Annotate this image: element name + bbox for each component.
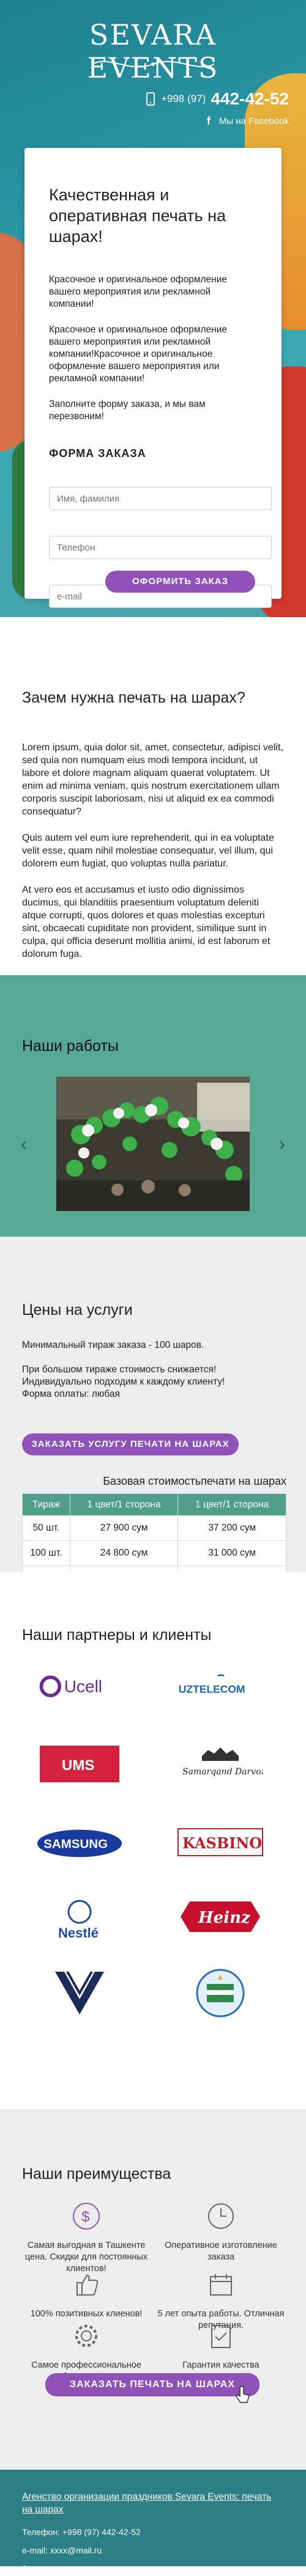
- advantages-section: Наши преимущества $ Самая выгодная в Таш…: [0, 2109, 306, 2470]
- footer-phone: Телефон: +998 (97) 442-42-52: [22, 2527, 141, 2537]
- clock-icon: [206, 2201, 236, 2231]
- facebook-label: Мы на Facebook: [218, 116, 289, 126]
- partner-logo-uztelecom: UZTELECOM: [177, 1668, 263, 1705]
- table-header: 1 цвет/1 сторона: [177, 1493, 286, 1516]
- why-paragraph-2: Quis autem vel eum iure reprehenderit, q…: [22, 833, 274, 869]
- partner-name: Samarqand Darvoza: [182, 1767, 263, 1777]
- table-row: 100 шт. 24 800 сум 31 000 сум: [22, 1540, 286, 1566]
- hero-text-2: Красочное и оригинальное оформление ваше…: [49, 324, 228, 384]
- facebook-icon: f: [206, 115, 211, 127]
- prices-line-4: Форма оплаты: любая: [22, 1389, 121, 1399]
- table-cell: 31 000 сум: [177, 1540, 286, 1566]
- table-row: 50 шт. 27 900 сум 37 200 сум: [22, 1515, 286, 1541]
- partner-name: UMS: [62, 1757, 94, 1774]
- partner-name: UZTELECOM: [179, 1683, 245, 1696]
- partner-name: SAMSUNG: [43, 1837, 108, 1851]
- advantages-title: Наши преимущества: [22, 2165, 171, 2183]
- partner-logo-kasbino: KASBINO: [177, 1825, 263, 1862]
- partner-logo-heinz: Heinz: [177, 1898, 263, 1935]
- submit-order-button[interactable]: ОФОРМИТЬ ЗАКАЗ: [105, 571, 255, 593]
- site-logo[interactable]: SEVARA EVENTS: [49, 18, 257, 84]
- table-cell: 50 шт.: [22, 1515, 70, 1541]
- partners-section: Наши партнеры и клиенты Ucell UZTELECOM …: [0, 1572, 306, 2109]
- prices-title: Цены на услуги: [22, 1301, 133, 1319]
- table-cell: 37 200 сум: [177, 1515, 286, 1541]
- partner-logo-samarqand: Samarqand Darvoza: [177, 1743, 263, 1785]
- table-cell: 100 шт.: [22, 1540, 70, 1566]
- phone-icon: [146, 92, 155, 106]
- order-printing-button[interactable]: ЗАКАЗАТЬ ПЕЧАТЬ НА ШАРАХ: [45, 2373, 259, 2396]
- why-title: Зачем нужна печать на шарах?: [22, 689, 245, 706]
- table-header: Тираж: [22, 1493, 70, 1516]
- hero-section: SEVARA EVENTS +998 (97) 442-42-52 f Мы н…: [0, 0, 306, 617]
- advantage-text: 100% позитивных клиенов!: [30, 2309, 143, 2319]
- partner-logo-nestle: Nestlé: [37, 1898, 122, 1941]
- partner-name: Nestlé: [58, 1925, 99, 1941]
- form-title: ФОРМА ЗАКАЗА: [49, 447, 146, 459]
- advantage-text: Гарантия качества: [182, 2360, 259, 2370]
- partner-name: Ucell: [64, 1677, 102, 1696]
- facebook-label: Мы на Facebook: [34, 2565, 100, 2575]
- table-cell: 24 800 сум: [69, 1540, 179, 1566]
- prices-info: Минимальный тираж заказа - 100 шаров. Пр…: [22, 1339, 225, 1400]
- prices-line-2: При большом тираже стоимость снижается!: [22, 1364, 217, 1375]
- gear-icon: [71, 2321, 102, 2351]
- advantage-item: 100% позитивных клиенов!: [22, 2269, 151, 2320]
- footer-title-link[interactable]: Агенство организации праздников Sevara E…: [22, 2490, 284, 2516]
- partner-logo-samsung: SAMSUNG: [37, 1825, 122, 1862]
- hero-text-1: Красочное и оригинальное оформление ваше…: [49, 274, 228, 309]
- partner-name: KASBINO: [182, 1834, 262, 1852]
- calendar-icon: [206, 2269, 236, 2300]
- hero-text-3: Заполните форму заказа, и мы вам перезво…: [49, 399, 206, 422]
- advantage-item: $ Самая выгодная в Ташкенте цена. Скидки…: [22, 2201, 151, 2275]
- carousel-prev-icon[interactable]: ‹: [21, 1134, 27, 1155]
- advantage-item: Оперативное изготовление заказа: [157, 2201, 285, 2263]
- header-phone[interactable]: +998 (97) 442-42-52: [145, 89, 289, 109]
- footer-facebook-link[interactable]: f Мы на Facebook: [22, 2564, 284, 2576]
- partner-logo-ucell: Ucell: [37, 1668, 122, 1705]
- facebook-icon: f: [22, 2564, 26, 2575]
- why-paragraph-3: At vero eos et accusamus et iusto odio d…: [22, 885, 271, 959]
- phone-prefix: +998 (97): [161, 93, 206, 104]
- hero-title: Качественная и оперативная печать на шар…: [49, 186, 226, 246]
- works-title: Наши работы: [22, 1037, 119, 1055]
- phone-input[interactable]: [49, 536, 272, 559]
- partner-logo-emblem: [177, 1966, 263, 2021]
- header-facebook-link[interactable]: f Мы на Facebook: [207, 115, 289, 128]
- carousel-next-icon[interactable]: ›: [279, 1134, 285, 1155]
- name-input[interactable]: [49, 487, 272, 510]
- phone-number: 442-42-52: [211, 89, 289, 108]
- prices-line-1: Минимальный тираж заказа - 100 шаров.: [22, 1340, 204, 1350]
- pointer-cursor-icon: [236, 2386, 250, 2403]
- price-table-caption: Базовая стоимостьпечати на шарах: [103, 1475, 286, 1487]
- advantage-text: Оперативное изготовление заказа: [165, 2241, 277, 2262]
- table-header: 1 цвет/1 сторона: [69, 1493, 179, 1516]
- svg-text:$: $: [81, 2209, 89, 2225]
- order-card: Качественная и оперативная печать на шар…: [24, 148, 282, 608]
- partner-logo-v: [37, 1969, 122, 2018]
- prices-section: Цены на услуги Минимальный тираж заказа …: [0, 1237, 306, 1591]
- partners-title: Наши партнеры и клиенты: [22, 1626, 212, 1644]
- dollar-icon: $: [71, 2201, 102, 2231]
- order-print-service-button[interactable]: ЗАКАЗАТЬ УСЛУГУ ПЕЧАТИ НА ШАРАХ: [22, 1433, 239, 1455]
- logo-ornament-icon: [91, 60, 215, 68]
- prices-line-3: Индивидуально подходим к каждому клиенту…: [22, 1377, 225, 1387]
- partner-name: Heinz: [198, 1909, 251, 1927]
- partner-logo-ums: UMS: [37, 1746, 122, 1782]
- footer-email[interactable]: e-mail: xxxx@mail.ru: [22, 2545, 284, 2555]
- works-section: Наши работы ‹ ›: [0, 975, 306, 1237]
- thumbs-up-icon: [71, 2269, 102, 2300]
- why-section: Зачем нужна печать на шарах? Lorem ipsum…: [0, 617, 306, 978]
- table-cell: 27 900 сум: [69, 1515, 179, 1541]
- quality-badge-icon: [206, 2321, 236, 2351]
- works-photo: [56, 1077, 250, 1211]
- advantage-item: Гарантия качества: [157, 2321, 285, 2371]
- why-paragraph-1: Lorem ipsum, quia dolor sit, amet, conse…: [22, 742, 283, 817]
- footer: Агенство организации праздников Sevara E…: [0, 2470, 306, 2575]
